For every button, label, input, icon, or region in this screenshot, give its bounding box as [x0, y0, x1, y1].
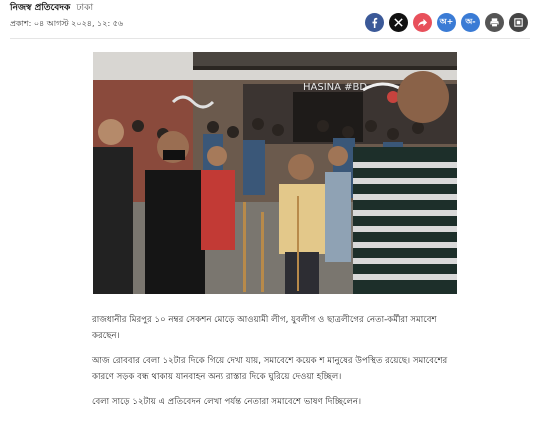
facebook-share-button[interactable]	[365, 13, 384, 32]
bookmark-icon	[513, 17, 524, 28]
save-button[interactable]	[509, 13, 528, 32]
font-decrease-button[interactable]: অ-	[461, 13, 480, 32]
text-decrease-icon: অ-	[465, 17, 476, 26]
rally-photo-illustration: HASINA #BD	[93, 52, 457, 294]
published-date: প্রকাশ: ০৪ আগস্ট ২০২৪, ১২: ৫৬	[10, 19, 124, 28]
article-paragraph: বেলা সাড়ে ১২টায় এ প্রতিবেদন লেখা পর্যন…	[92, 397, 362, 407]
author-location: ঢাকা	[76, 3, 94, 13]
news-photo[interactable]: HASINA #BD	[93, 52, 457, 294]
facebook-icon	[369, 17, 380, 28]
header-divider	[10, 38, 530, 39]
article-body: রাজধানীর মিরপুর ১০ নম্বর সেকশন মোড়ে আওয…	[92, 312, 452, 419]
print-button[interactable]	[485, 13, 504, 32]
byline: নিজস্ব প্রতিবেদক ঢাকা	[10, 0, 93, 15]
author-name[interactable]: নিজস্ব প্রতিবেদক	[10, 3, 70, 13]
forward-share-button[interactable]	[413, 13, 432, 32]
article-paragraph: রাজধানীর মিরপুর ১০ নম্বর সেকশন মোড়ে আওয…	[92, 315, 437, 341]
wall-graffiti-text: HASINA #BD	[303, 82, 367, 93]
text-increase-icon: অ+	[439, 17, 454, 26]
x-icon	[393, 17, 404, 28]
x-share-button[interactable]	[389, 13, 408, 32]
share-toolbar: অ+ অ-	[365, 13, 528, 32]
print-icon	[489, 17, 500, 28]
share-icon	[417, 17, 428, 28]
article-paragraph: আজ রোববার বেলা ১২টার দিকে গিয়ে দেখা যায…	[92, 356, 448, 382]
font-increase-button[interactable]: অ+	[437, 13, 456, 32]
